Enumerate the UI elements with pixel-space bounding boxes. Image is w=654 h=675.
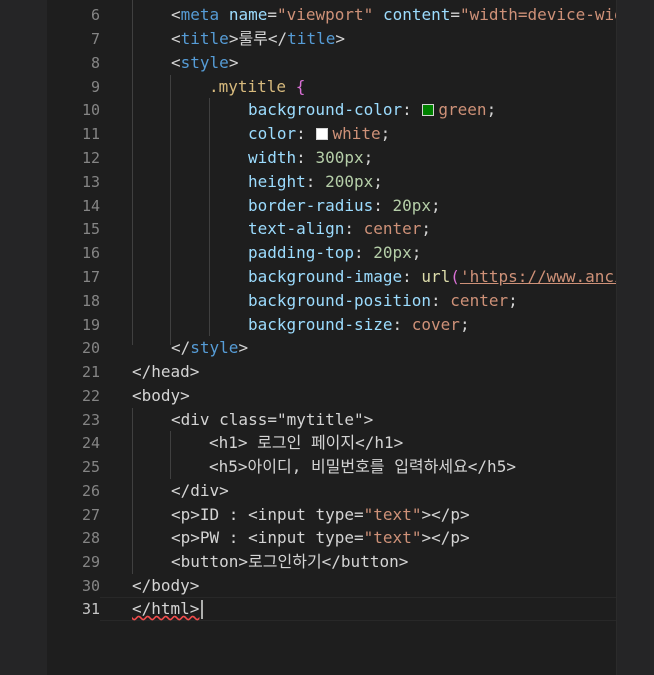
color-swatch-green[interactable]: [422, 104, 435, 116]
indent-guide: [132, 0, 133, 345]
line-number: 30: [81, 577, 100, 595]
code-editor[interactable]: <meta name="viewport" content="width=dev…: [100, 0, 616, 675]
code-line-14: border-radius: 20px;: [248, 196, 441, 215]
line-number: 14: [81, 197, 100, 215]
code-line-6: <meta name="viewport" content="width=dev…: [171, 5, 616, 24]
code-line-30: </body>: [132, 576, 200, 595]
line-number: 23: [81, 411, 100, 429]
line-number: 13: [81, 173, 100, 191]
indent-guide: [209, 98, 210, 336]
line-number-gutter: 6 7 8 9 10 11 12 13 14 15 16 17 18 19 20…: [47, 0, 100, 675]
code-line-8: <style>: [171, 53, 239, 72]
line-number: 27: [81, 506, 100, 524]
line-number: 28: [81, 529, 100, 547]
code-line-18: background-position: center;: [248, 291, 518, 310]
line-number: 7: [90, 30, 100, 48]
code-line-31: </html>: [132, 599, 200, 618]
code-line-9: .mytitle {: [209, 77, 306, 96]
code-line-27: <p>ID : <input type="text"></p>: [171, 505, 470, 524]
line-number: 9: [90, 78, 100, 96]
line-number: 8: [90, 54, 100, 72]
line-number: 12: [81, 149, 100, 167]
line-number: 6: [90, 6, 100, 24]
line-number-active: 31: [81, 600, 100, 618]
line-number: 24: [81, 434, 100, 452]
indent-guide: [170, 431, 171, 479]
code-line-13: height: 200px;: [248, 172, 383, 191]
minimap-scrollbar[interactable]: [616, 0, 654, 675]
code-line-10: background-color: green;: [248, 100, 497, 119]
code-line-11: color: white;: [248, 124, 391, 143]
code-line-17: background-image: url('https://www.anci: [248, 265, 616, 289]
line-number: 11: [81, 125, 100, 143]
activity-bar-edge: [0, 0, 47, 675]
code-line-19: background-size: cover;: [248, 315, 470, 334]
line-number: 10: [81, 101, 100, 119]
code-line-26: </div>: [171, 481, 229, 500]
line-number: 25: [81, 458, 100, 476]
code-line-22: <body>: [132, 386, 190, 405]
line-number: 16: [81, 244, 100, 262]
line-number: 21: [81, 363, 100, 381]
code-line-12: width: 300px;: [248, 148, 374, 167]
url-link[interactable]: 'https://www.anci: [460, 267, 616, 286]
code-line-7: <title>룰루</title>: [171, 29, 345, 48]
indent-guide: [132, 408, 133, 574]
text-cursor: [201, 600, 203, 619]
line-number: 20: [81, 339, 100, 357]
line-number: 22: [81, 387, 100, 405]
code-line-25: <h5>아이디, 비밀번호를 입력하세요</h5>: [209, 457, 516, 476]
code-line-23: <div class="mytitle">: [171, 410, 374, 429]
line-number: 19: [81, 316, 100, 334]
code-line-28: <p>PW : <input type="text"></p>: [171, 528, 470, 547]
code-line-29: <button>로그인하기</button>: [171, 552, 409, 571]
code-line-16: padding-top: 20px;: [248, 243, 422, 262]
line-number: 18: [81, 292, 100, 310]
code-line-24: <h1> 로그인 페이지</h1>: [209, 433, 404, 452]
line-number: 15: [81, 220, 100, 238]
color-swatch-white[interactable]: [316, 128, 329, 140]
line-number: 26: [81, 482, 100, 500]
code-line-21: </head>: [132, 362, 200, 381]
indent-guide: [170, 75, 171, 345]
code-line-15: text-align: center;: [248, 219, 432, 238]
line-number: 29: [81, 553, 100, 571]
line-number: 17: [81, 268, 100, 286]
code-line-20: </style>: [171, 338, 249, 357]
